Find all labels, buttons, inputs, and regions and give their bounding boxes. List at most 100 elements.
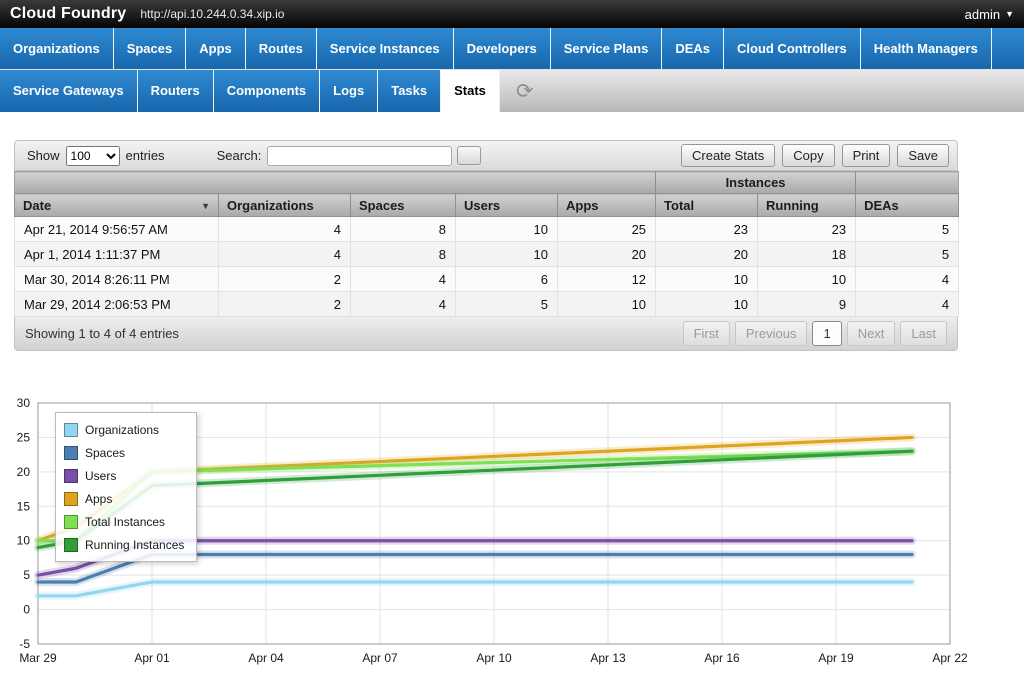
tab-service-gateways[interactable]: Service Gateways [0,70,138,112]
table-row[interactable]: Apr 1, 2014 1:11:37 PM 4 8 10 20 20 18 5 [14,241,960,267]
tab-deas[interactable]: DEAs [662,28,724,69]
tab-developers[interactable]: Developers [453,28,551,69]
cell-value: 5 [855,216,960,242]
table-footer: Showing 1 to 4 of 4 entries First Previou… [14,317,958,351]
cell-value: 6 [455,266,558,292]
tab-stats[interactable]: Stats [441,70,500,112]
cell-value: 5 [855,241,960,267]
tab-tasks[interactable]: Tasks [378,70,442,112]
column-header-row: Date ▼ Organizations Spaces Users Apps Total Ru… [14,193,960,217]
cell-value: 4 [218,216,351,242]
page-previous-button[interactable]: Previous [734,321,808,346]
svg-text:Mar 29: Mar 29 [19,651,57,665]
chart-legend: Organizations Spaces Users Apps Total Instan… [55,412,198,562]
cell-value: 23 [655,216,759,242]
tab-routers[interactable]: Routers [137,70,214,112]
svg-text:Apr 01: Apr 01 [134,651,170,665]
col-header-apps[interactable]: Apps [556,193,657,217]
col-header-running[interactable]: Running [757,193,857,217]
legend-item-running-instances: Running Instances [64,533,184,556]
api-url: http://api.10.244.0.34.xip.io [140,7,285,21]
nav-row-2: Service Gateways Routers Components Logs Tas… [0,70,1024,112]
svg-text:20: 20 [17,465,31,479]
entries-label: entries [125,148,165,163]
cell-value: 4 [855,266,960,292]
cell-value: 2 [218,266,351,292]
cell-value: 4 [350,266,456,292]
page-page-current[interactable]: 1 [812,321,842,346]
nav-row-1: Organizations Spaces Apps Routes Service Ins… [0,28,1024,70]
cell-value: 18 [757,241,857,267]
stats-chart-area: -5 0 5 10 15 20 25 30 Mar 29 Apr 01 Apr 04 Apr 07 Ap… [0,396,1024,668]
cell-value: 25 [556,216,657,242]
tab-apps[interactable]: Apps [186,28,246,69]
col-header-spaces[interactable]: Spaces [350,193,456,217]
nav-filler [991,28,1024,69]
col-header-users[interactable]: Users [455,193,558,217]
svg-text:Apr 10: Apr 10 [476,651,512,665]
search-button[interactable] [457,146,482,165]
group-header-row: Instances [14,171,959,194]
page-first-button[interactable]: First [682,321,730,346]
page-next-button[interactable]: Next [846,321,896,346]
tab-spaces[interactable]: Spaces [113,28,187,69]
cell-value: 20 [556,241,657,267]
tab-service-instances[interactable]: Service Instances [316,28,454,69]
cell-value: 10 [556,291,657,317]
user-name: admin [964,6,1001,22]
svg-text:10: 10 [17,534,31,548]
svg-text:15: 15 [17,499,31,513]
legend-item-total-instances: Total Instances [64,510,184,533]
legend-item-apps: Apps [64,487,184,510]
save-button[interactable]: Save [897,144,949,167]
create-stats-button[interactable]: Create Stats [681,144,776,167]
col-header-organizations[interactable]: Organizations [218,193,351,217]
col-header-total[interactable]: Total [655,193,759,217]
tab-routes[interactable]: Routes [245,28,317,69]
tab-service-plans[interactable]: Service Plans [550,28,663,69]
svg-text:-5: -5 [19,637,30,651]
stats-panel: Show 100 entries Search: Create Stats Cop… [14,140,960,351]
table-toolbar: Show 100 entries Search: Create Stats Cop… [14,140,958,171]
topbar: Cloud Foundry http://api.10.244.0.34.xip… [0,0,1024,28]
table-row[interactable]: Mar 29, 2014 2:06:53 PM 2 4 5 10 10 9 4 [14,291,960,317]
cell-value: 9 [757,291,857,317]
cell-date: Apr 1, 2014 1:11:37 PM [14,241,219,267]
tab-logs[interactable]: Logs [320,70,379,112]
cell-value: 23 [757,216,857,242]
print-button[interactable]: Print [841,144,891,167]
svg-text:Apr 13: Apr 13 [590,651,626,665]
tab-health-managers[interactable]: Health Managers [860,28,992,69]
col-header-deas[interactable]: DEAs [855,193,960,217]
tab-organizations[interactable]: Organizations [0,28,114,69]
table-row[interactable]: Apr 21, 2014 9:56:57 AM 4 8 10 25 23 23 5 [14,216,960,242]
legend-item-spaces: Spaces [64,441,184,464]
group-spacer [855,171,959,194]
cell-value: 8 [350,241,456,267]
toolbar-buttons: Create Stats Copy Print Save [674,144,949,167]
cell-value: 10 [455,241,558,267]
refresh-icon[interactable]: ⟳ [516,81,534,102]
tab-cloud-controllers[interactable]: Cloud Controllers [724,28,861,69]
entries-select[interactable]: 100 [65,145,120,166]
user-menu[interactable]: admin ▼ [965,7,1014,22]
search-input[interactable] [267,145,453,166]
stats-table: Instances Date ▼ Organizations Spaces Users A… [14,171,960,317]
cell-value: 10 [455,216,558,242]
svg-text:0: 0 [23,603,30,617]
copy-button[interactable]: Copy [782,144,835,167]
cell-value: 4 [855,291,960,317]
page-last-button[interactable]: Last [900,321,947,346]
cell-value: 5 [455,291,558,317]
col-header-date[interactable]: Date ▼ [14,193,219,217]
svg-text:25: 25 [17,430,31,444]
app-title: Cloud Foundry [10,5,127,22]
cell-value: 20 [655,241,759,267]
legend-label: Users [85,468,117,483]
table-row[interactable]: Mar 30, 2014 8:26:11 PM 2 4 6 12 10 10 4 [14,266,960,292]
svg-text:5: 5 [23,568,30,582]
tab-components[interactable]: Components [213,70,321,112]
search-label: Search: [216,148,262,163]
showing-entries-text: Showing 1 to 4 of 4 entries [25,326,179,341]
legend-swatch [64,422,78,437]
